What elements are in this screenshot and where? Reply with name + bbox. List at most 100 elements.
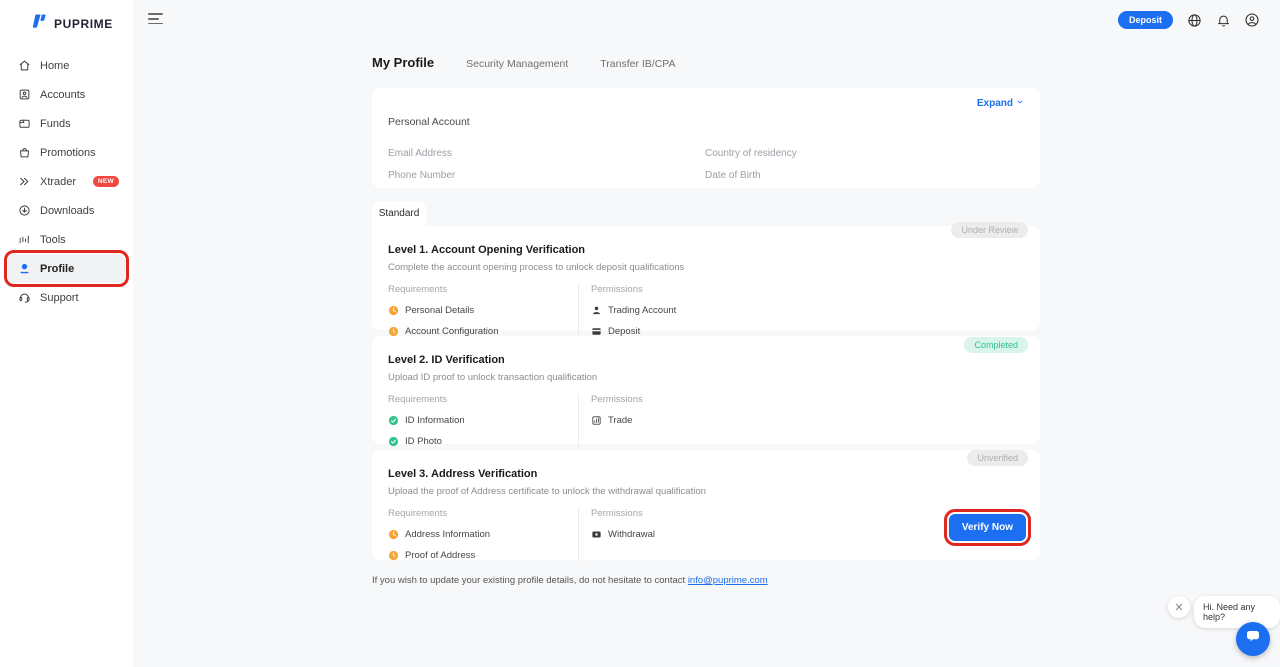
requirement-label: Personal Details	[405, 305, 474, 316]
requirement-personal-details: Personal Details	[388, 305, 578, 316]
sidebar-item-label: Accounts	[40, 89, 85, 101]
permissions-label: Permissions	[591, 394, 1024, 405]
profile-icon	[17, 262, 31, 276]
requirements-column: Requirements Personal Details Account Co…	[388, 284, 578, 337]
sidebar: PUPRIME Home Accounts Funds Promotions	[0, 0, 133, 667]
trading-account-icon	[591, 305, 602, 316]
level-2-card: Completed Level 2. ID Verification Uploa…	[372, 336, 1040, 444]
chat-greeting[interactable]: Hi. Need any help?	[1194, 596, 1280, 628]
status-badge: Unverified	[967, 450, 1028, 466]
chat-bubble-icon	[1244, 628, 1262, 651]
support-icon	[17, 291, 31, 305]
permission-label: Trade	[608, 415, 632, 426]
field-country-of-residency: Country of residency	[705, 148, 1024, 159]
tools-icon	[17, 233, 31, 247]
new-badge: NEW	[93, 176, 119, 187]
requirement-proof-of-address: Proof of Address	[388, 550, 578, 561]
sidebar-item-label: Tools	[40, 234, 66, 246]
sidebar-item-label: Support	[40, 292, 79, 304]
requirements-column: Requirements Address Information Proof o…	[388, 508, 578, 561]
requirements-label: Requirements	[388, 394, 578, 405]
chat-close-button[interactable]: ✕	[1168, 596, 1190, 618]
level-1-title: Level 1. Account Opening Verification	[388, 244, 1024, 256]
sidebar-item-downloads[interactable]: Downloads	[8, 196, 125, 225]
tab-my-profile[interactable]: My Profile	[372, 55, 434, 70]
footer-note: If you wish to update your existing prof…	[372, 575, 768, 586]
home-icon	[17, 59, 31, 73]
check-icon	[388, 436, 399, 447]
field-date-of-birth: Date of Birth	[705, 170, 1024, 181]
sidebar-item-label: Profile	[40, 263, 74, 275]
tab-transfer-ib-cpa[interactable]: Transfer IB/CPA	[600, 58, 675, 70]
level-3-description: Upload the proof of Address certificate …	[388, 486, 1024, 497]
permission-label: Withdrawal	[608, 529, 655, 540]
requirement-id-information: ID Information	[388, 415, 578, 426]
sidebar-item-label: Promotions	[40, 147, 96, 159]
sidebar-item-support[interactable]: Support	[8, 283, 125, 312]
sidebar-item-label: Funds	[40, 118, 71, 130]
profile-tabs: My Profile Security Management Transfer …	[372, 55, 676, 70]
level-2-description: Upload ID proof to unlock transaction qu…	[388, 372, 1024, 383]
check-icon	[388, 415, 399, 426]
sidebar-item-profile[interactable]: Profile	[8, 254, 125, 283]
level-2-title: Level 2. ID Verification	[388, 354, 1024, 366]
sidebar-item-promotions[interactable]: Promotions	[8, 138, 125, 167]
level-1-card: Under Review Level 1. Account Opening Ve…	[372, 226, 1040, 330]
sidebar-item-label: Xtrader	[40, 176, 76, 188]
sidebar-item-home[interactable]: Home	[8, 51, 125, 80]
level-3-title: Level 3. Address Verification	[388, 468, 1024, 480]
brand-logo[interactable]: PUPRIME	[0, 0, 133, 35]
clock-icon	[388, 305, 399, 316]
requirement-label: ID Information	[405, 415, 465, 426]
sidebar-item-label: Downloads	[40, 205, 94, 217]
brand-name: PUPRIME	[54, 17, 113, 31]
funds-icon	[17, 117, 31, 131]
permission-label: Trading Account	[608, 305, 676, 316]
tab-standard[interactable]: Standard	[372, 201, 426, 226]
account-icon[interactable]	[1244, 12, 1260, 28]
status-badge: Completed	[964, 337, 1028, 353]
xtrader-icon	[17, 175, 31, 189]
permissions-column: Permissions Trade	[578, 394, 1024, 447]
deposit-button[interactable]: Deposit	[1118, 11, 1173, 29]
trade-icon	[591, 415, 602, 426]
expand-button[interactable]: Expand	[977, 98, 1024, 109]
requirement-label: ID Photo	[405, 436, 442, 447]
sidebar-item-label: Home	[40, 60, 69, 72]
requirements-label: Requirements	[388, 508, 578, 519]
chat-launcher-button[interactable]	[1236, 622, 1270, 656]
sidebar-item-tools[interactable]: Tools	[8, 225, 125, 254]
verify-now-button[interactable]: Verify Now	[949, 514, 1026, 541]
requirement-label: Proof of Address	[405, 550, 475, 561]
sidebar-item-accounts[interactable]: Accounts	[8, 80, 125, 109]
level-1-description: Complete the account opening process to …	[388, 262, 1024, 273]
clock-icon	[388, 550, 399, 561]
field-email-address: Email Address	[388, 148, 705, 159]
sidebar-item-xtrader[interactable]: Xtrader NEW	[8, 167, 125, 196]
field-phone-number: Phone Number	[388, 170, 705, 181]
footer-text: If you wish to update your existing prof…	[372, 575, 685, 586]
tab-security-management[interactable]: Security Management	[466, 58, 568, 70]
accounts-icon	[17, 88, 31, 102]
requirements-column: Requirements ID Information ID Photo	[388, 394, 578, 447]
requirement-label: Address Information	[405, 529, 490, 540]
chevron-down-icon	[1016, 98, 1024, 109]
permission-trading-account: Trading Account	[591, 305, 1024, 316]
promotions-icon	[17, 146, 31, 160]
sidebar-item-funds[interactable]: Funds	[8, 109, 125, 138]
expand-label: Expand	[977, 98, 1013, 109]
requirement-address-information: Address Information	[388, 529, 578, 540]
globe-icon[interactable]	[1186, 12, 1202, 28]
contact-email-link[interactable]: info@puprime.com	[688, 575, 768, 586]
clock-icon	[388, 529, 399, 540]
level-3-card: Unverified Level 3. Address Verification…	[372, 450, 1040, 560]
permissions-label: Permissions	[591, 284, 1024, 295]
personal-account-card: Expand Personal Account Email Address Co…	[372, 88, 1040, 188]
collapse-sidebar-icon[interactable]	[148, 13, 163, 27]
withdrawal-icon	[591, 529, 602, 540]
permissions-column: Permissions Trading Account Deposit	[578, 284, 1024, 337]
permission-trade: Trade	[591, 415, 1024, 426]
bell-icon[interactable]	[1215, 12, 1231, 28]
close-icon: ✕	[1174, 601, 1183, 614]
requirements-label: Requirements	[388, 284, 578, 295]
